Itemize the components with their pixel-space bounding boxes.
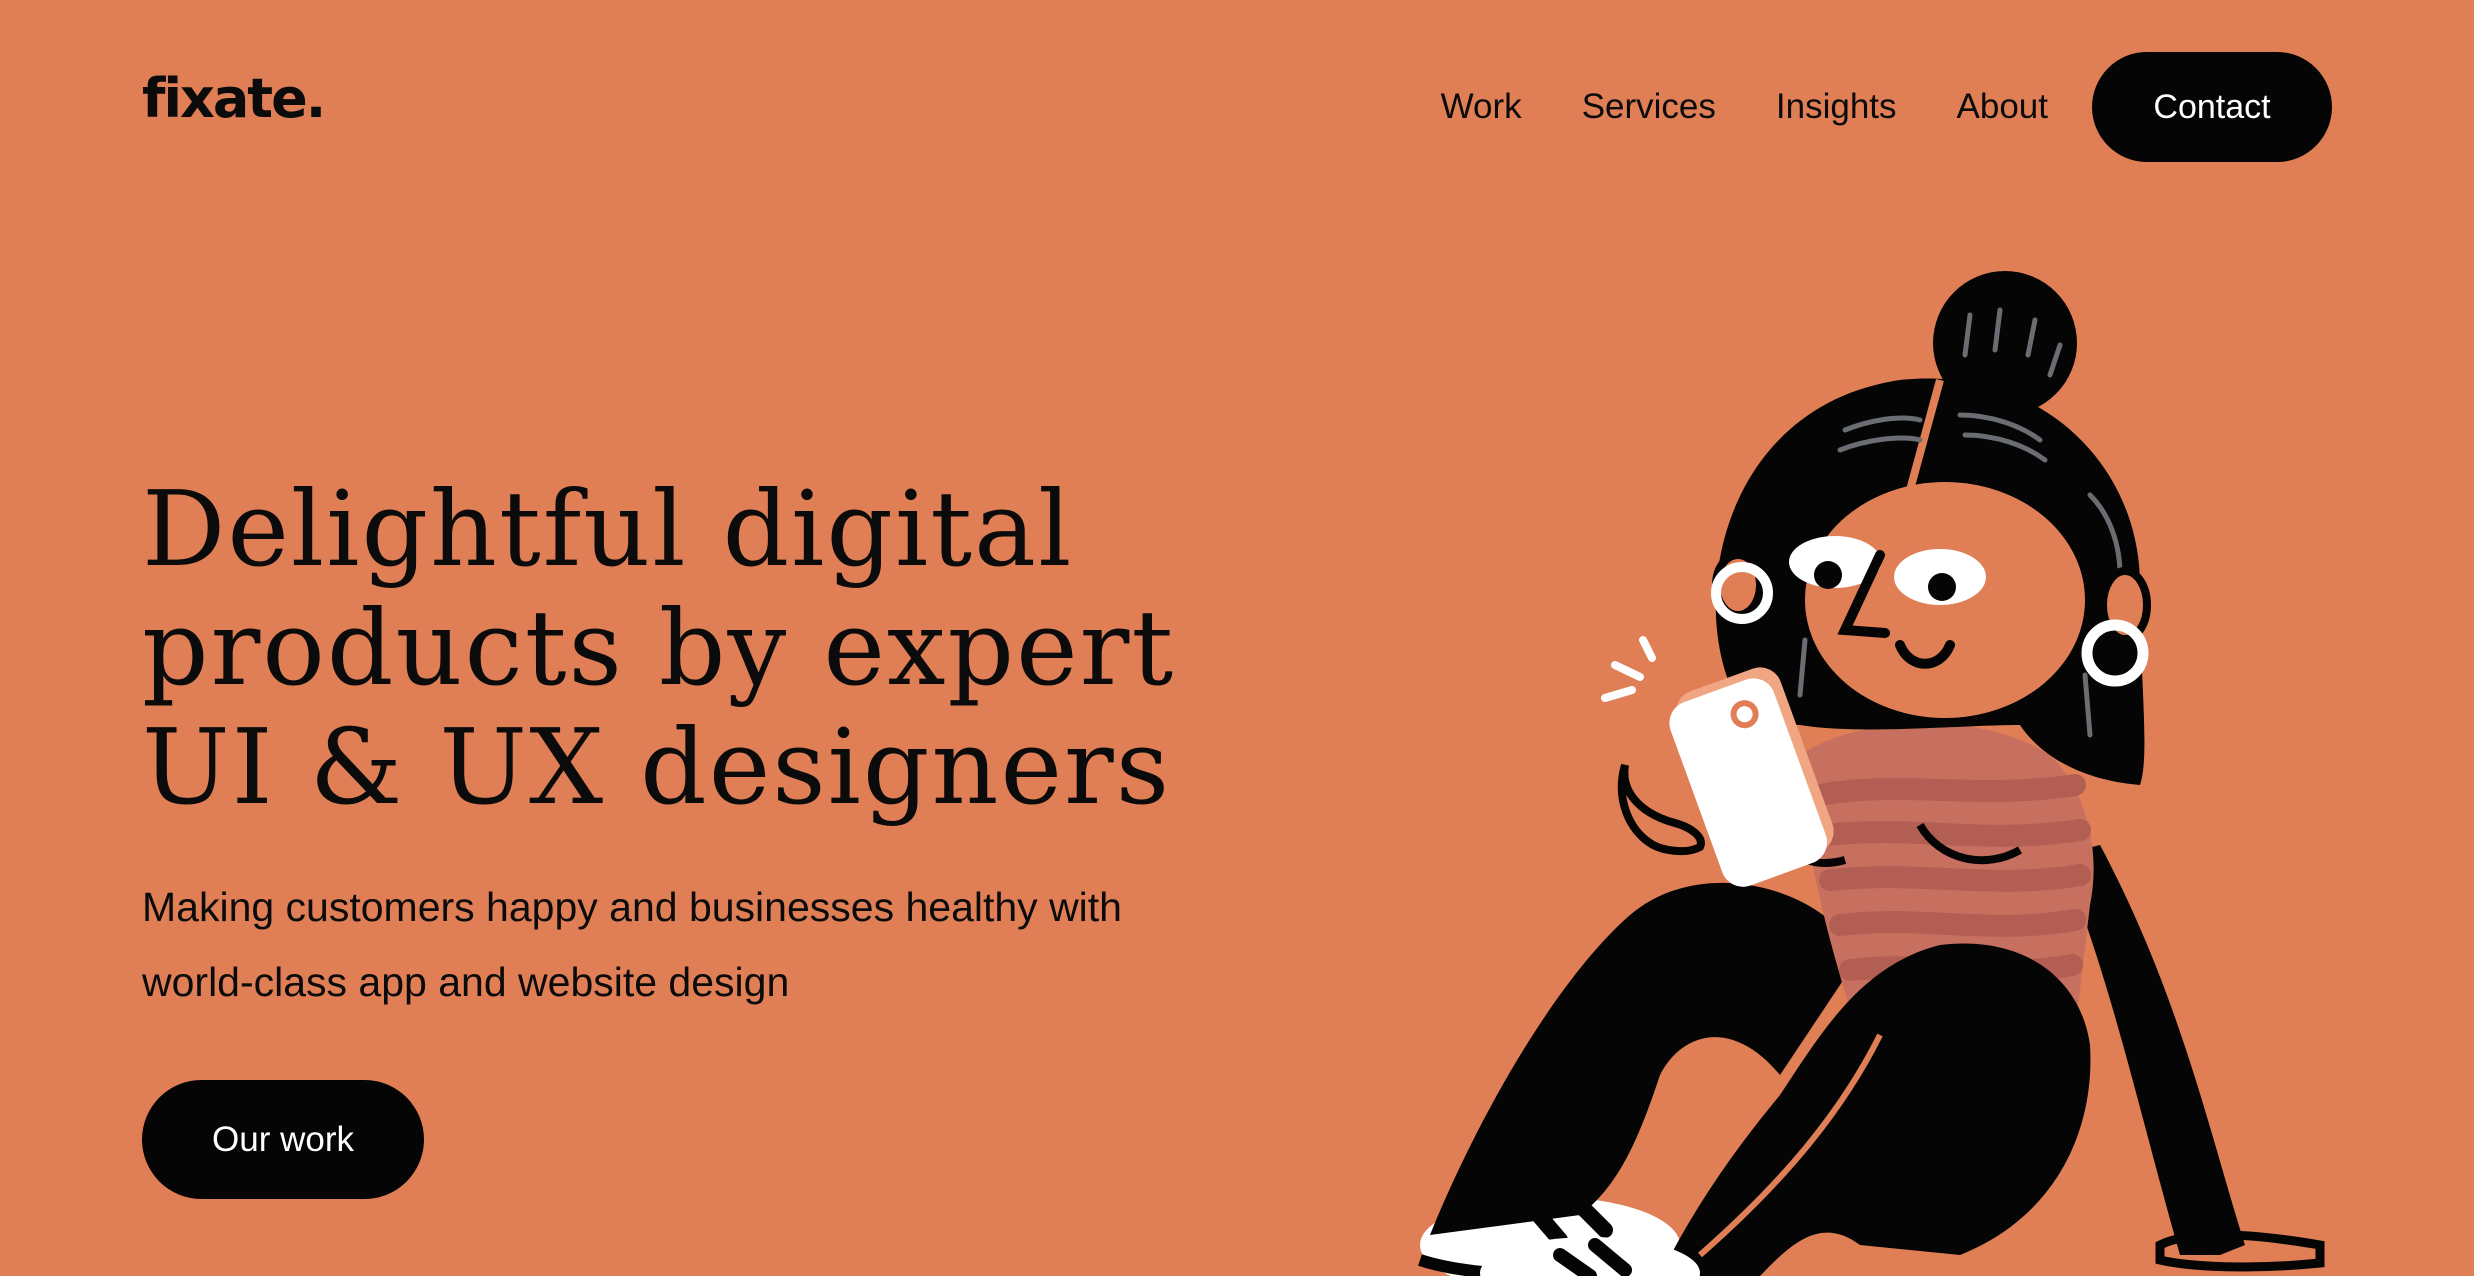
nav-link-services[interactable]: Services xyxy=(1582,87,1716,127)
hair-bun xyxy=(1933,271,2077,415)
nav-link-about[interactable]: About xyxy=(1957,87,2048,127)
woman-with-phone-illustration xyxy=(1418,271,2325,1276)
our-work-button[interactable]: Our work xyxy=(142,1080,424,1199)
contact-button[interactable]: Contact xyxy=(2092,52,2332,162)
hero-subtitle: Making customers happy and businesses he… xyxy=(142,884,1122,1005)
main-nav: Work Services Insights About Contact xyxy=(1381,52,2332,162)
nav-link-insights[interactable]: Insights xyxy=(1776,87,1897,127)
fixate-logo[interactable]: fixate. xyxy=(142,72,326,126)
nav-link-work[interactable]: Work xyxy=(1441,87,1522,127)
